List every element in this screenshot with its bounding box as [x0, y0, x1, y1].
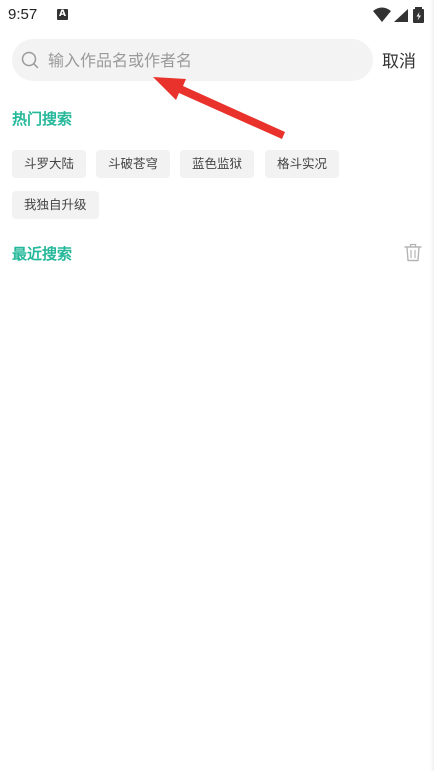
search-icon [21, 51, 39, 69]
status-bar: 9:57 A [0, 0, 434, 30]
hot-search-tag[interactable]: 斗罗大陆 [12, 150, 87, 178]
app-notification-icon: A [57, 9, 68, 20]
status-time: 9:57 [8, 6, 38, 23]
hot-search-title: 热门搜索 [12, 110, 73, 128]
status-icons [372, 6, 428, 24]
search-row: 取消 [12, 39, 426, 81]
recent-search-title: 最近搜索 [12, 245, 73, 263]
hot-search-tag[interactable]: 斗破苍穹 [96, 150, 171, 178]
trash-icon[interactable] [404, 243, 422, 262]
search-box[interactable] [12, 39, 373, 81]
cellular-signal-icon [394, 9, 408, 22]
battery-icon [413, 7, 424, 23]
hot-search-tag[interactable]: 我独自升级 [12, 191, 99, 219]
right-edge-shadow [430, 0, 434, 771]
search-input[interactable] [48, 39, 363, 81]
hot-search-tag[interactable]: 格斗实况 [265, 150, 340, 178]
hot-search-tag[interactable]: 蓝色监狱 [180, 150, 255, 178]
wifi-icon [373, 7, 391, 22]
cancel-button[interactable]: 取消 [382, 47, 416, 72]
